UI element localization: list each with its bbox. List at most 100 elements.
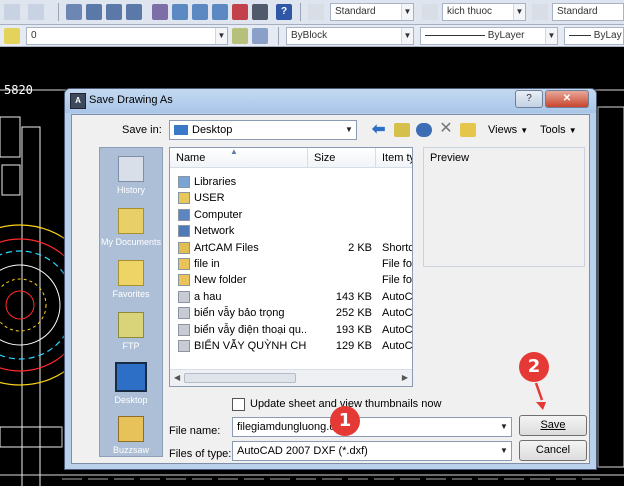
file-list-item[interactable]: ArtCAM Files 2 KB Shortcu — [170, 240, 412, 256]
place-desktop[interactable]: Desktop — [100, 362, 162, 405]
file-list-item[interactable]: file in File fold — [170, 256, 412, 272]
scroll-right-icon[interactable]: ▶ — [402, 373, 408, 382]
file-list-item[interactable]: BIỂN VẪY QUỲNH CHI 129 KB AutoCA — [170, 338, 413, 354]
file-list-item[interactable]: Computer — [170, 207, 412, 223]
design-center-icon[interactable] — [172, 4, 188, 20]
properties-icon[interactable] — [152, 4, 168, 20]
file-list-item[interactable]: USER — [170, 190, 412, 206]
linetype-combo[interactable]: ByLayer ▼ — [420, 27, 558, 45]
drawing-circle — [0, 278, 47, 332]
sheet-set-icon[interactable] — [212, 4, 228, 20]
save-button[interactable]: Save — [519, 415, 587, 436]
layer-combo[interactable]: 0 ▼ — [26, 27, 228, 45]
tools-menu[interactable]: Tools ▼ — [540, 124, 577, 136]
markup-icon[interactable] — [232, 4, 248, 20]
text-style-icon[interactable] — [308, 4, 324, 20]
create-folder-icon[interactable] — [460, 123, 476, 137]
preview-label: Preview — [430, 152, 470, 164]
file-name-input[interactable]: filegiamdungluong.dxf ▼ — [232, 417, 512, 437]
step-2-badge: 2 — [519, 352, 549, 382]
file-list-item[interactable]: biển vẫy bảo trọng 252 KB AutoCA — [170, 305, 412, 321]
place-buzzsaw[interactable]: Buzzsaw — [100, 416, 162, 455]
file-name: biển vẫy bảo trọng — [194, 307, 285, 320]
favorites-icon — [118, 260, 144, 286]
scroll-left-icon[interactable]: ◀ — [174, 373, 180, 382]
toolbar-separator — [300, 3, 301, 21]
tool-palettes-icon[interactable] — [192, 4, 208, 20]
zoom-realtime-icon[interactable] — [86, 4, 102, 20]
file-list-item[interactable]: a hau 143 KB AutoCA — [170, 289, 413, 305]
drawing-circle — [5, 290, 35, 320]
chevron-down-icon: ▼ — [401, 4, 413, 20]
help-icon[interactable]: ? — [276, 4, 292, 20]
dim-style-value: kich thuoc — [447, 6, 493, 17]
place-ftp[interactable]: FTP — [100, 312, 162, 351]
zoom-previous-icon[interactable] — [126, 4, 142, 20]
layer-previous-icon[interactable] — [252, 28, 268, 44]
dxf-icon — [178, 307, 190, 320]
search-web-icon[interactable] — [416, 123, 432, 137]
file-type-combo[interactable]: AutoCAD 2007 DXF (*.dxf) ▼ — [232, 441, 512, 461]
place-label: History — [116, 185, 145, 195]
up-folder-icon[interactable] — [394, 123, 410, 137]
zoom-window-icon[interactable] — [106, 4, 122, 20]
file-list-item[interactable]: New folder File fold — [170, 272, 412, 288]
save-in-combo[interactable]: Desktop ▼ — [169, 120, 357, 140]
file-list-item[interactable]: Network — [170, 223, 412, 239]
cancel-button[interactable]: Cancel — [519, 440, 587, 461]
undo-icon[interactable] — [4, 4, 20, 20]
file-name: ArtCAM Files — [194, 241, 259, 254]
file-name: a hau — [194, 290, 222, 303]
file-list[interactable]: Name ▲ Size Item ty Libraries USER Computer… — [169, 147, 413, 387]
place-history[interactable]: History — [100, 156, 162, 195]
save-in-label: Save in: — [122, 124, 162, 136]
color-combo[interactable]: ByBlock ▼ — [286, 27, 414, 45]
file-list-item[interactable]: Libraries — [170, 174, 412, 190]
place-label: My Documents — [100, 237, 162, 247]
file-name: biển vẫy điện thoại qu... — [194, 323, 306, 336]
dim-style-icon[interactable] — [422, 4, 438, 20]
file-name-value: filegiamdungluong.dxf — [237, 421, 345, 433]
dxf-icon — [178, 290, 190, 303]
horizontal-scrollbar[interactable]: ◀ ▶ — [170, 369, 412, 386]
file-type: AutoCA — [382, 290, 413, 303]
file-type-value: AutoCAD 2007 DXF (*.dxf) — [237, 445, 368, 457]
redo-icon[interactable] — [28, 4, 44, 20]
update-thumbnails-checkbox[interactable] — [232, 398, 245, 411]
make-layer-current-icon[interactable] — [232, 28, 248, 44]
table-style-value: Standard — [557, 6, 598, 17]
calculator-icon[interactable] — [252, 4, 268, 20]
back-arrow-icon[interactable]: ⬅ — [372, 122, 388, 138]
place-favorites[interactable]: Favorites — [100, 260, 162, 299]
layer-value: 0 — [31, 30, 37, 41]
column-type-header[interactable]: Item ty — [376, 148, 413, 168]
dxf-icon — [178, 340, 190, 352]
lineweight-combo[interactable]: ByLay — [564, 27, 624, 45]
text-style-combo[interactable]: Standard ▼ — [330, 3, 414, 21]
chevron-down-icon: ▼ — [401, 28, 413, 44]
file-name: file in — [194, 258, 220, 270]
column-label: Item ty — [382, 152, 413, 164]
place-my-documents[interactable]: My Documents — [100, 208, 162, 247]
delete-icon[interactable]: ✕ — [438, 121, 454, 137]
scroll-thumb[interactable] — [184, 373, 296, 383]
lineweight-sample — [569, 34, 591, 36]
chevron-down-icon: ▼ — [500, 422, 508, 431]
file-size: 252 KB — [335, 307, 372, 320]
user-folder-icon — [178, 192, 190, 205]
views-menu[interactable]: Views ▼ — [488, 124, 528, 136]
dialog-titlebar[interactable]: A Save Drawing As ? ✕ — [65, 89, 596, 113]
file-list-item[interactable]: biển vẫy điện thoại qu... 193 KB AutoCA — [170, 322, 412, 338]
close-button[interactable]: ✕ — [545, 90, 589, 108]
column-name-header[interactable]: Name ▲ — [170, 148, 308, 168]
help-title-button[interactable]: ? — [515, 90, 543, 108]
history-icon — [118, 156, 144, 182]
table-style-combo[interactable]: Standard — [552, 3, 624, 21]
file-type: AutoCA — [382, 340, 413, 352]
dim-style-combo[interactable]: kich thuoc ▼ — [442, 3, 526, 21]
column-size-header[interactable]: Size — [308, 148, 376, 168]
ftp-icon — [118, 312, 144, 338]
pan-icon[interactable] — [66, 4, 82, 20]
chevron-down-icon: ▼ — [520, 126, 529, 135]
table-style-icon[interactable] — [532, 4, 548, 20]
